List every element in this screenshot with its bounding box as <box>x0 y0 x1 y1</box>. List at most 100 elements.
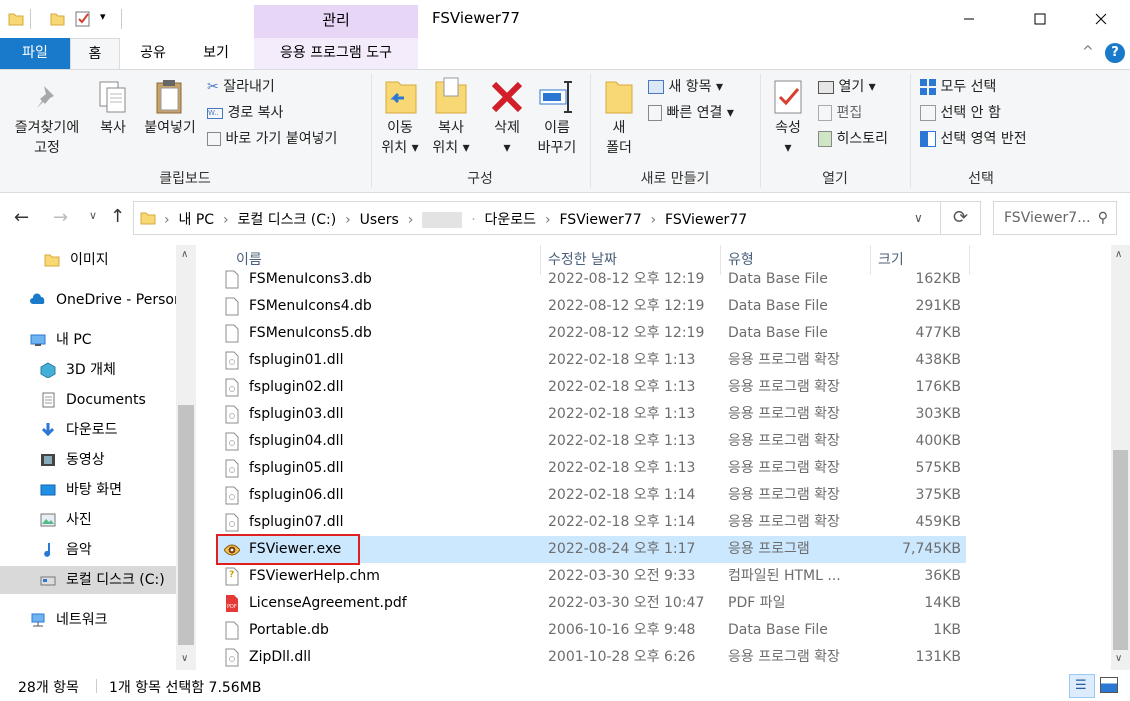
file-type: 응용 프로그램 확장 <box>728 649 840 665</box>
nav-item-1[interactable]: OneDrive - Personal <box>0 286 176 314</box>
scroll-up-icon[interactable]: ∧ <box>181 249 188 260</box>
edit-button[interactable]: 편집 <box>818 102 862 126</box>
properties-qat-icon[interactable] <box>49 11 65 27</box>
paste-shortcut-button[interactable]: 바로 가기 붙여넣기 <box>207 128 337 152</box>
nav-item-3[interactable]: 3D 개체 <box>0 356 176 384</box>
file-row[interactable]: fsplugin02.dll 2022-02-18 오후 1:13 응용 프로그램 … <box>216 374 966 401</box>
history-button[interactable]: 히스토리 <box>818 128 888 152</box>
file-row[interactable]: PDF LicenseAgreement.pdf 2022-03-30 오전 10:… <box>216 590 966 617</box>
nav-scrollbar[interactable]: ∧ ∨ <box>176 245 196 670</box>
details-view-button[interactable]: ☰ <box>1069 674 1095 698</box>
file-name: fsplugin04.dll <box>249 433 344 449</box>
nav-item-8[interactable]: 사진 <box>0 506 176 534</box>
new-item-button[interactable]: 새 항목 ▾ <box>648 76 723 100</box>
nav-item-0[interactable]: 이미지 <box>0 246 176 274</box>
file-row[interactable]: FSMenuIcons4.db 2022-08-12 오후 12:19 Data B… <box>216 293 966 320</box>
file-list-scrollbar[interactable]: ∧ ∨ <box>1111 245 1130 670</box>
breadcrumb-downloads[interactable]: 다운로드 <box>485 212 537 228</box>
rename-button[interactable]: 이름 바꾸기 <box>532 118 582 158</box>
dll-icon <box>225 648 239 667</box>
file-date: 2022-08-24 오후 1:17 <box>548 541 696 557</box>
column-separator[interactable] <box>969 245 970 275</box>
address-dropdown-icon[interactable]: ∨ <box>914 202 923 234</box>
copy-path-button[interactable]: W.. 경로 복사 <box>207 102 283 126</box>
nav-item-9[interactable]: 음악 <box>0 536 176 564</box>
easy-access-icon <box>648 105 662 121</box>
search-input[interactable]: FSViewer7... ⚲ <box>993 201 1117 235</box>
nav-item-7[interactable]: 바탕 화면 <box>0 476 176 504</box>
breadcrumb-fsviewer77[interactable]: FSViewer77 <box>560 212 642 228</box>
nav-item-2[interactable]: 내 PC <box>0 326 176 354</box>
pin-to-quick-access-button[interactable]: 즐겨찾기에 고정 <box>6 118 88 158</box>
delete-button[interactable]: 삭제 ▾ <box>484 118 530 158</box>
file-row[interactable]: fsplugin04.dll 2022-02-18 오후 1:13 응용 프로그램 … <box>216 428 966 455</box>
maximize-button[interactable] <box>1017 0 1063 38</box>
close-button[interactable] <box>1078 0 1124 38</box>
new-folder-button[interactable]: 새 폴더 <box>597 118 641 158</box>
new-item-label: 새 항목 <box>668 79 712 95</box>
qat-dropdown-icon[interactable]: ▾ <box>100 10 106 23</box>
scroll-up-icon[interactable]: ∧ <box>1115 249 1122 260</box>
checkmark-qat-icon[interactable] <box>74 10 92 28</box>
minimize-button[interactable] <box>946 0 992 38</box>
scroll-down-icon[interactable]: ∨ <box>181 653 188 664</box>
tab-file[interactable]: 파일 <box>0 38 70 69</box>
file-row[interactable]: fsplugin01.dll 2022-02-18 오후 1:13 응용 프로그램 … <box>216 347 966 374</box>
file-row[interactable]: FSViewer.exe 2022-08-24 오후 1:17 응용 프로그램 7,7… <box>216 534 966 565</box>
select-none-button[interactable]: 선택 안 함 <box>920 102 1001 126</box>
file-type: PDF 파일 <box>728 595 786 611</box>
tab-home[interactable]: 홈 <box>70 38 120 70</box>
file-date: 2022-02-18 오후 1:14 <box>548 514 696 530</box>
select-all-button[interactable]: 모두 선택 <box>920 76 996 100</box>
file-row[interactable]: fsplugin03.dll 2022-02-18 오후 1:13 응용 프로그램 … <box>216 401 966 428</box>
file-row[interactable]: FSMenuIcons3.db 2022-08-12 오후 12:19 Data B… <box>216 266 966 293</box>
file-date: 2006-10-16 오후 9:48 <box>548 622 696 638</box>
open-button[interactable]: 열기 ▾ <box>818 76 876 100</box>
tab-application-tools[interactable]: 응용 프로그램 도구 <box>254 38 418 69</box>
nav-item-11[interactable]: 네트워크 <box>0 606 176 634</box>
forward-arrow-icon[interactable]: → <box>53 207 68 228</box>
file-row[interactable]: Portable.db 2006-10-16 오후 9:48 Data Base F… <box>216 617 966 644</box>
tab-view[interactable]: 보기 <box>186 38 246 69</box>
invert-selection-button[interactable]: 선택 영역 반전 <box>920 128 1027 152</box>
file-row[interactable]: fsplugin06.dll 2022-02-18 오후 1:14 응용 프로그램 … <box>216 482 966 509</box>
file-size: 36KB <box>924 568 961 584</box>
file-row[interactable]: fsplugin05.dll 2022-02-18 오후 1:13 응용 프로그램 … <box>216 455 966 482</box>
file-row[interactable]: fsplugin07.dll 2022-02-18 오후 1:14 응용 프로그램 … <box>216 509 966 536</box>
move-to-button[interactable]: 이동 위치 ▾ <box>376 118 424 158</box>
collapse-ribbon-icon[interactable]: ^ <box>1082 44 1094 60</box>
breadcrumb-username-redacted[interactable] <box>422 212 463 228</box>
back-arrow-icon[interactable]: ← <box>14 207 29 228</box>
paste-button[interactable]: 붙여넣기 <box>138 118 202 138</box>
breadcrumb-my-pc[interactable]: 내 PC <box>179 212 215 228</box>
file-row[interactable]: ? FSViewerHelp.chm 2022-03-30 오전 9:33 컴파일된 … <box>216 563 966 590</box>
large-icons-view-button[interactable] <box>1100 677 1118 693</box>
tab-share[interactable]: 공유 <box>124 38 182 69</box>
copy-button[interactable]: 복사 <box>92 118 134 138</box>
easy-access-button[interactable]: 빠른 연결 ▾ <box>648 102 734 126</box>
file-size: 291KB <box>915 298 961 314</box>
cut-button[interactable]: ✂ 잘라내기 <box>207 76 275 100</box>
copy-path-label: 경로 복사 <box>227 105 284 121</box>
nav-item-4[interactable]: Documents <box>0 386 176 414</box>
file-scroll-thumb[interactable] <box>1113 450 1128 650</box>
breadcrumb-users[interactable]: Users <box>360 212 399 228</box>
nav-item-10[interactable]: 로컬 디스크 (C:) <box>0 566 176 594</box>
scroll-down-icon[interactable]: ∨ <box>1115 653 1122 664</box>
help-icon[interactable]: ? <box>1105 43 1125 63</box>
file-row[interactable]: ZipDll.dll 2001-10-28 오후 6:26 응용 프로그램 확장 13… <box>216 644 966 670</box>
nav-scroll-thumb[interactable] <box>178 405 194 645</box>
refresh-button[interactable]: ⟳ <box>941 201 981 235</box>
properties-button[interactable]: 속성 ▾ <box>766 118 810 158</box>
copy-to-button[interactable]: 복사 위치 ▾ <box>426 118 476 158</box>
nav-item-5[interactable]: 다운로드 <box>0 416 176 444</box>
up-arrow-icon[interactable]: ↑ <box>110 206 125 227</box>
address-bar[interactable]: › 내 PC › 로컬 디스크 (C:) › Users › · 다운로드 › … <box>133 201 941 235</box>
breadcrumb-local-disk[interactable]: 로컬 디스크 (C:) <box>238 212 337 228</box>
edit-label: 편집 <box>836 105 863 121</box>
recent-locations-chevron-icon[interactable]: ∨ <box>89 209 97 222</box>
qat-separator-2 <box>121 9 122 29</box>
file-row[interactable]: FSMenuIcons5.db 2022-08-12 오후 12:19 Data B… <box>216 320 966 347</box>
nav-item-6[interactable]: 동영상 <box>0 446 176 474</box>
breadcrumb-fsviewer77-sub[interactable]: FSViewer77 <box>665 212 747 228</box>
